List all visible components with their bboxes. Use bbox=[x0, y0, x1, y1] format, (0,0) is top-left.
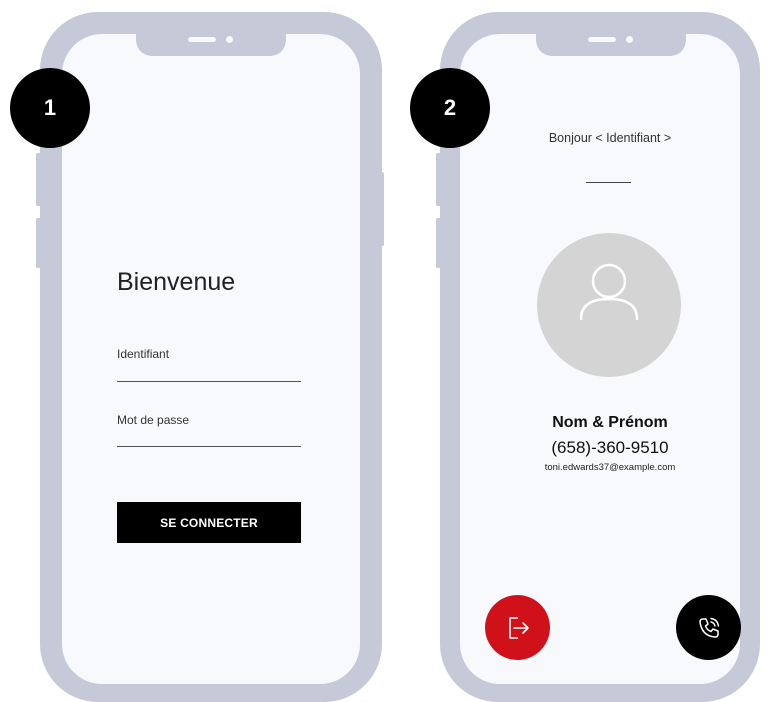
phone-frame-login bbox=[40, 12, 382, 702]
greeting-text: Bonjour < Identifiant > bbox=[548, 131, 672, 145]
login-screen bbox=[62, 34, 360, 684]
avatar bbox=[537, 233, 681, 377]
contact-phone: (658)-360-9510 bbox=[551, 438, 669, 457]
logout-button[interactable] bbox=[485, 595, 550, 660]
password-input[interactable] bbox=[117, 446, 301, 447]
step-badge-2: 2 bbox=[410, 68, 490, 148]
phone-call-icon bbox=[698, 617, 719, 638]
contact-email: toni.edwards37@example.com bbox=[544, 462, 676, 473]
contact-name: Nom & Prénom bbox=[552, 414, 668, 431]
phone-notch bbox=[536, 24, 686, 56]
step-badge-1: 1 bbox=[10, 68, 90, 148]
front-camera bbox=[626, 36, 633, 43]
username-label: Identifiant bbox=[117, 347, 170, 361]
password-label: Mot de passe bbox=[117, 413, 190, 427]
phone-notch bbox=[136, 24, 286, 56]
login-button[interactable]: SE CONNECTER bbox=[117, 502, 301, 543]
call-button[interactable] bbox=[676, 595, 741, 660]
page-title: Bienvenue bbox=[117, 268, 236, 296]
logout-icon bbox=[508, 616, 529, 639]
username-input[interactable] bbox=[117, 381, 301, 382]
user-icon bbox=[579, 263, 639, 321]
speaker-grille bbox=[588, 37, 616, 42]
speaker-grille bbox=[188, 37, 216, 42]
front-camera bbox=[226, 36, 233, 43]
divider bbox=[586, 182, 631, 183]
